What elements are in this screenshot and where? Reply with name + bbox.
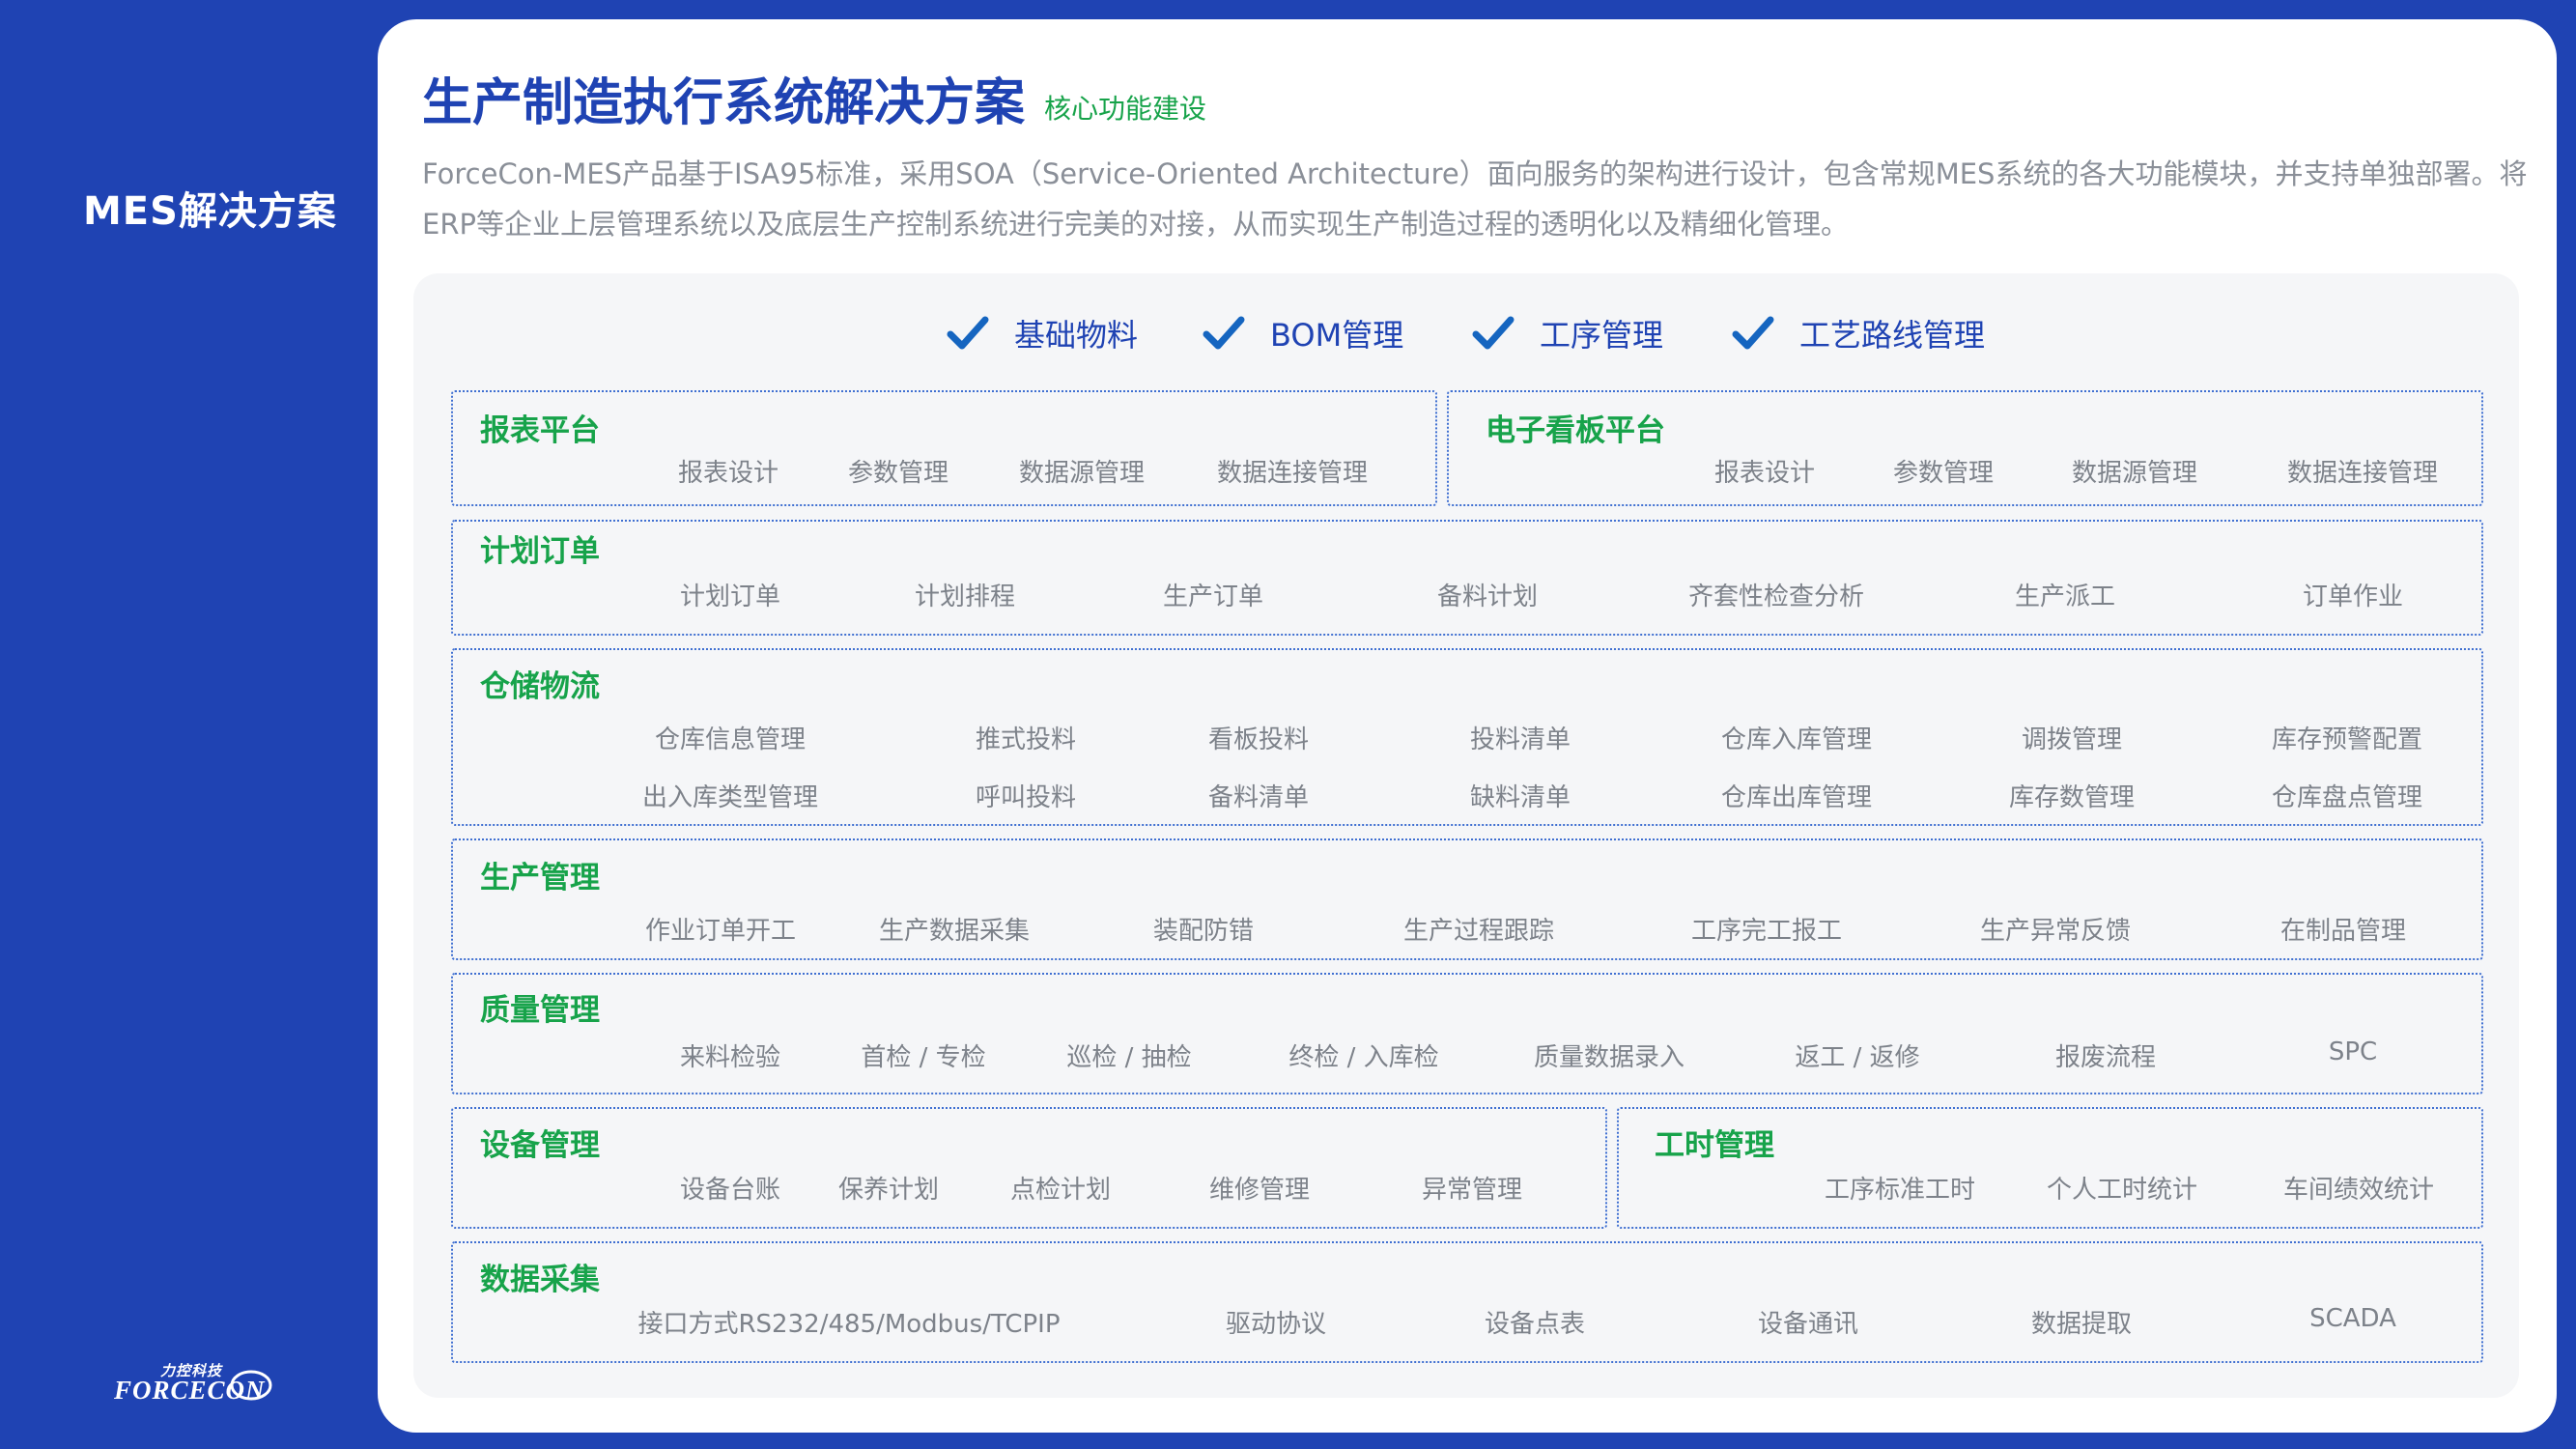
module-item: SPC	[2328, 1037, 2378, 1066]
module-item: 投料清单	[1469, 725, 1571, 754]
module-item: 车间绩效统计	[2282, 1176, 2435, 1205]
module-item: 驱动协议	[1225, 1310, 1327, 1339]
module-item: 设备点表	[1484, 1310, 1586, 1339]
module-item: 数据连接管理	[2286, 459, 2439, 488]
module-item: 推式投料	[975, 725, 1077, 754]
module-item: 生产派工	[2014, 582, 2116, 611]
core-feature: 工艺路线管理	[1732, 311, 1985, 355]
module-item: 来料检验	[679, 1043, 781, 1072]
module-item: 返工 / 返修	[1795, 1043, 1920, 1072]
description: ForceCon-MES产品基于ISA95标准，采用SOA（Service-Or…	[422, 149, 2528, 249]
module-title: 仓储物流	[480, 669, 600, 704]
core-feature-label: 工序管理	[1540, 317, 1664, 354]
check-icon	[947, 316, 989, 350]
core-feature: 基础物料	[947, 311, 1138, 355]
core-feature-label: 基础物料	[1014, 317, 1139, 354]
core-feature: 工序管理	[1472, 311, 1663, 355]
module-equipment-management	[451, 1107, 1607, 1229]
sidebar-title: MES解决方案	[83, 189, 337, 234]
check-icon	[1732, 316, 1774, 350]
module-item: 仓库信息管理	[654, 725, 807, 754]
module-item: 数据提取	[2030, 1310, 2133, 1339]
module-item: 数据源管理	[2071, 459, 2198, 488]
core-feature-label: BOM管理	[1270, 317, 1404, 354]
module-item: 生产订单	[1162, 582, 1264, 611]
module-item: SCADA	[2309, 1304, 2396, 1333]
module-item: 工序完工报工	[1690, 917, 1843, 946]
core-feature: BOM管理	[1203, 311, 1403, 355]
module-item: 装配防错	[1152, 917, 1255, 946]
module-item: 报表设计	[1713, 459, 1816, 488]
module-item: 数据源管理	[1018, 459, 1146, 488]
module-title: 设备管理	[480, 1128, 600, 1163]
module-item: 备料清单	[1207, 783, 1310, 812]
module-title: 电子看板平台	[1486, 413, 1665, 448]
module-title: 生产管理	[480, 861, 600, 895]
module-item: 巡检 / 抽检	[1066, 1043, 1192, 1072]
module-item: 终检 / 入库检	[1288, 1043, 1439, 1072]
module-item: 异常管理	[1421, 1176, 1523, 1205]
module-item: 看板投料	[1207, 725, 1310, 754]
module-item: 仓库盘点管理	[2271, 783, 2423, 812]
module-quality-management	[451, 973, 2483, 1094]
page-title: 生产制造执行系统解决方案	[422, 74, 1026, 132]
module-item: 出入库类型管理	[641, 783, 819, 812]
module-item: 报表设计	[677, 459, 779, 488]
module-item: 库存数管理	[2008, 783, 2136, 812]
module-item: 个人工时统计	[2046, 1176, 2198, 1205]
module-title: 计划订单	[480, 534, 600, 569]
page-subtitle: 核心功能建设	[1044, 93, 1207, 125]
module-item: 接口方式RS232/485/Modbus/TCPIP	[637, 1310, 1061, 1339]
module-item: 点检计划	[1009, 1176, 1112, 1205]
module-item: 数据连接管理	[1216, 459, 1369, 488]
module-item: 备料计划	[1436, 582, 1539, 611]
description-line: ForceCon-MES产品基于ISA95标准，采用SOA（Service-Or…	[422, 157, 2528, 190]
module-item: 工序标准工时	[1824, 1176, 1976, 1205]
core-feature-label: 工艺路线管理	[1799, 317, 1986, 354]
module-item: 在制品管理	[2279, 917, 2407, 946]
module-title: 质量管理	[480, 993, 600, 1028]
module-item: 库存预警配置	[2271, 725, 2423, 754]
module-item: 质量数据录入	[1533, 1043, 1685, 1072]
module-item: 报废流程	[2054, 1043, 2157, 1072]
module-item: 缺料清单	[1469, 783, 1571, 812]
module-item: 保养计划	[837, 1176, 940, 1205]
description-line: ERP等企业上层管理系统以及底层生产控制系统进行完美的对接，从而实现生产制造过程…	[422, 208, 1849, 241]
module-item: 调拨管理	[2021, 725, 2123, 754]
module-item: 维修管理	[1208, 1176, 1311, 1205]
module-item: 仓库入库管理	[1720, 725, 1873, 754]
module-item: 仓库出库管理	[1720, 783, 1873, 812]
module-item: 订单作业	[2302, 582, 2404, 611]
module-item: 齐套性检查分析	[1687, 582, 1865, 611]
module-item: 参数管理	[847, 459, 949, 488]
module-data-collection	[451, 1241, 2483, 1363]
module-item: 设备通讯	[1757, 1310, 1859, 1339]
check-icon	[1472, 316, 1514, 350]
module-item: 设备台账	[679, 1176, 781, 1205]
module-item: 生产数据采集	[878, 917, 1031, 946]
logo-swoosh-icon	[230, 1370, 272, 1401]
module-item: 首检 / 专检	[861, 1043, 986, 1072]
forcecon-logo: 力控科技 FORCECON	[114, 1360, 278, 1406]
module-item: 计划订单	[679, 582, 781, 611]
check-icon	[1203, 316, 1245, 350]
module-item: 生产过程跟踪	[1402, 917, 1555, 946]
module-title: 报表平台	[480, 413, 600, 448]
module-item: 生产异常反馈	[1979, 917, 2132, 946]
module-title: 工时管理	[1655, 1128, 1774, 1163]
module-item: 呼叫投料	[975, 783, 1077, 812]
module-title: 数据采集	[480, 1263, 600, 1297]
module-item: 计划排程	[914, 582, 1016, 611]
module-item: 参数管理	[1892, 459, 1995, 488]
module-item: 作业订单开工	[644, 917, 797, 946]
